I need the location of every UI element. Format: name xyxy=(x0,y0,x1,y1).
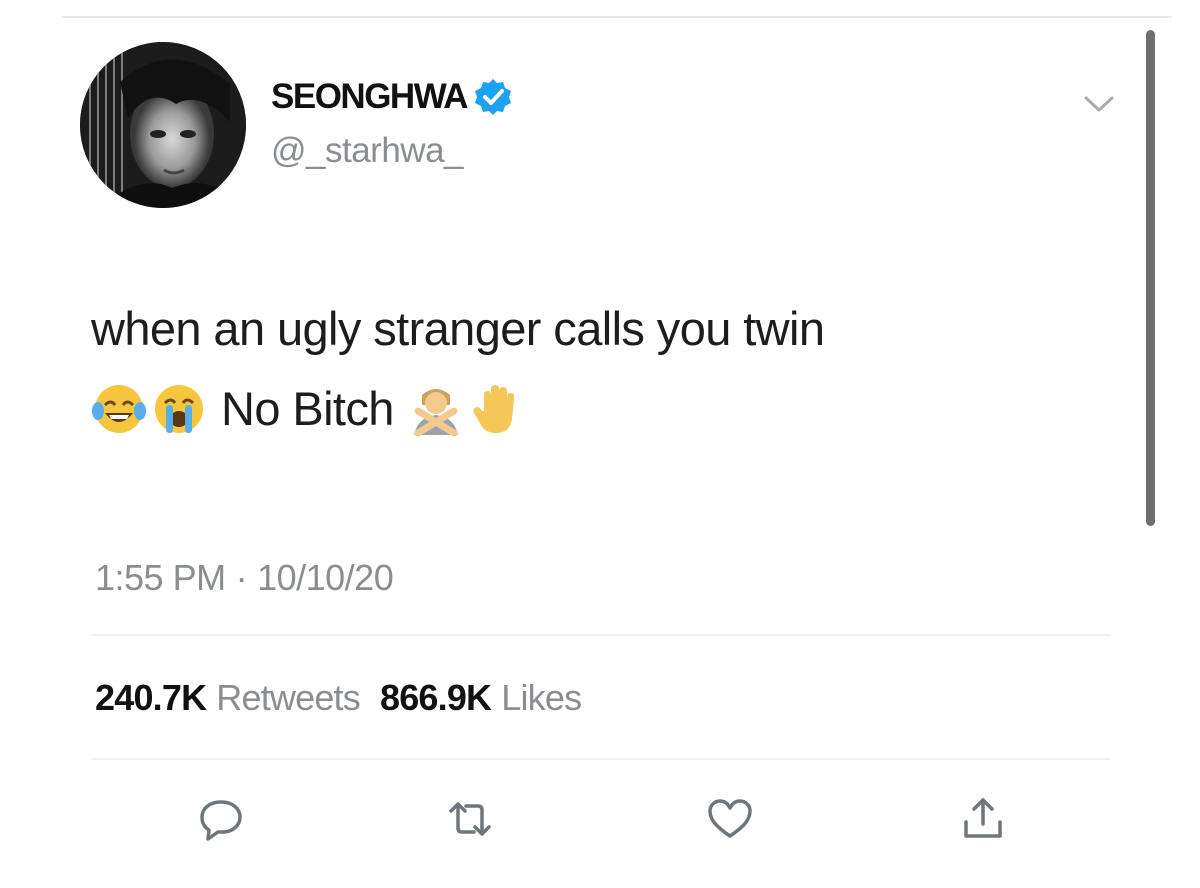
face-with-tears-of-joy-icon xyxy=(91,381,147,437)
retweet-icon xyxy=(449,802,491,836)
person-gesturing-no-icon xyxy=(408,381,464,437)
tweet-text-line-1: when an ugly stranger calls you twin xyxy=(91,302,825,355)
timestamp-separator: · xyxy=(235,557,248,598)
likes-count: 866.9K xyxy=(379,677,492,718)
like-button[interactable] xyxy=(705,794,755,844)
reply-icon xyxy=(200,800,242,841)
share-button[interactable] xyxy=(958,794,1008,844)
like-icon xyxy=(708,799,752,838)
tweet-phrase: No Bitch xyxy=(221,382,394,435)
reply-button[interactable] xyxy=(196,794,246,844)
retweets-label: Retweets xyxy=(216,677,360,718)
author-display-name[interactable]: SEONGHWA xyxy=(271,76,513,118)
avatar[interactable] xyxy=(80,42,246,208)
tweet-text: when an ugly stranger calls you twin No … xyxy=(91,289,1131,449)
tweet-stats: 240.7K Retweets 866.9K Likes xyxy=(95,677,582,719)
tweet-date: 10/10/20 xyxy=(257,557,394,598)
share-icon xyxy=(964,798,1002,838)
top-divider xyxy=(62,16,1172,18)
likes-label: Likes xyxy=(501,677,582,718)
scrollbar[interactable] xyxy=(1146,30,1155,526)
retweets-count: 240.7K xyxy=(95,677,207,718)
display-name-text: SEONGHWA xyxy=(271,77,469,116)
divider xyxy=(91,758,1111,760)
raised-hand-icon xyxy=(468,381,524,437)
likes-stat[interactable]: 866.9K Likes xyxy=(379,677,582,719)
author-handle[interactable]: @_starhwa_ xyxy=(271,130,464,172)
chevron-down-icon[interactable] xyxy=(1082,92,1116,116)
tweet-text-line-2: No Bitch xyxy=(91,369,1131,449)
loudly-crying-face-icon xyxy=(151,381,207,437)
retweets-stat[interactable]: 240.7K Retweets xyxy=(95,677,361,719)
divider xyxy=(91,634,1111,636)
tweet-timestamp[interactable]: 1:55 PM · 10/10/20 xyxy=(95,557,394,599)
retweet-button[interactable] xyxy=(445,794,495,844)
tweet-time: 1:55 PM xyxy=(95,557,226,598)
verified-badge-icon xyxy=(473,77,513,117)
